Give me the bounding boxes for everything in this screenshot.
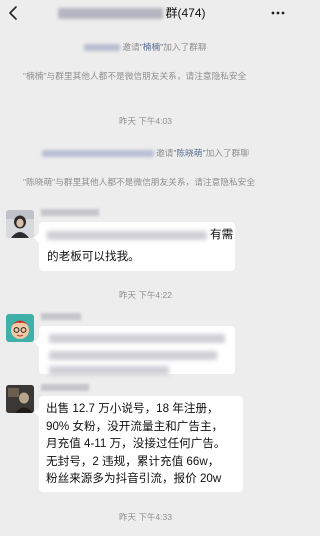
invited-member-name[interactable]: "陈晓萌": [173, 148, 205, 158]
dark-room-avatar-icon: [6, 385, 34, 413]
invite-verb: 邀请: [122, 42, 140, 52]
message-bubble-2[interactable]: [34, 326, 235, 375]
dark-photo-avatar-icon: [6, 210, 34, 238]
chat-title: 群(474): [22, 3, 242, 23]
group-member-count: 群(474): [165, 6, 206, 20]
redacted-text: [47, 231, 207, 240]
redacted-inviter-name: [41, 150, 154, 158]
sender-avatar[interactable]: [6, 210, 34, 238]
redacted-text: [49, 351, 217, 360]
invite-notice-1: 邀请"楠楠"加入了群聊: [0, 41, 291, 53]
sender-avatar[interactable]: [6, 314, 34, 342]
timestamp-3: 昨天 下午4:33: [119, 512, 172, 522]
invited-member-name[interactable]: "楠楠": [140, 42, 164, 52]
redacted-inviter-name: [84, 44, 121, 52]
redacted-text: [49, 334, 225, 343]
redacted-group-name: [58, 7, 164, 19]
privacy-notice-1: "楠楠"与群里其他人都不是微信朋友关系，请注意隐私安全: [23, 71, 247, 81]
message-bubble-3[interactable]: 出售 12.7 万小说号，18 年注册， 90% 女粉，没开流量主和广告主， 月…: [34, 396, 243, 492]
sender-avatar[interactable]: [6, 385, 34, 413]
privacy-notice-2: "陈晓萌"与群里其他人都不是微信朋友关系，请注意隐私安全: [23, 177, 256, 187]
message-bubble-1[interactable]: 有需 的老板可以找我。: [34, 222, 235, 271]
timestamp-2: 昨天 下午4:22: [119, 290, 172, 300]
message-text-fragment: 有需: [210, 228, 234, 241]
chat-header: 群(474): [0, 0, 291, 26]
invite-suffix: 加入了群聊: [163, 42, 207, 52]
redacted-sender-name: [41, 209, 99, 216]
redacted-sender-name: [41, 313, 81, 320]
message-text: 的老板可以找我。: [47, 250, 140, 263]
more-dots-icon[interactable]: [270, 5, 286, 21]
invite-suffix: 加入了群聊: [205, 148, 250, 158]
timestamp-1: 昨天 下午4:03: [119, 116, 172, 126]
invite-verb: 邀请: [155, 148, 174, 158]
redacted-sender-name: [41, 384, 89, 391]
redacted-text: [49, 366, 169, 375]
back-chevron-icon[interactable]: [6, 5, 22, 21]
message-text: 出售 12.7 万小说号，18 年注册， 90% 女粉，没开流量主和广告主， 月…: [46, 402, 226, 486]
cartoon-boy-avatar-icon: [6, 314, 34, 342]
invite-notice-2: 邀请"陈晓萌"加入了群聊: [0, 147, 291, 159]
